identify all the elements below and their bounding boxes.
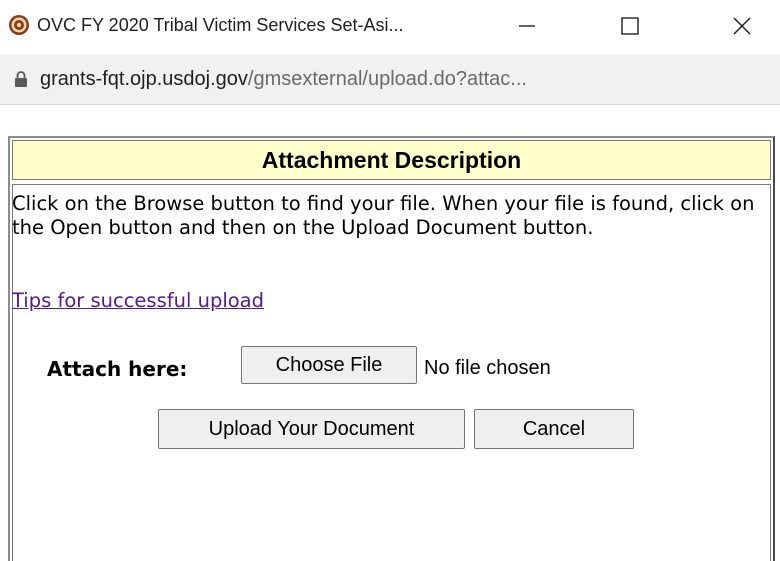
upload-document-button[interactable]: Upload Your Document	[158, 409, 465, 449]
close-icon	[733, 17, 751, 35]
address-bar[interactable]: grants-fqt.ojp.usdoj.gov/gmsexternal/upl…	[0, 54, 780, 105]
upload-instructions: Click on the Browse button to find your …	[12, 192, 755, 239]
file-status-text: No file chosen	[424, 357, 551, 379]
minimize-icon	[519, 25, 535, 27]
minimize-button[interactable]	[497, 0, 557, 52]
doj-seal-icon	[9, 15, 29, 35]
tips-link[interactable]: Tips for successful upload	[12, 289, 264, 313]
url-text: grants-fqt.ojp.usdoj.gov/gmsexternal/upl…	[40, 66, 527, 92]
maximize-icon	[621, 17, 639, 35]
maximize-button[interactable]	[600, 0, 660, 52]
attach-label: Attach here:	[47, 357, 188, 381]
cancel-button[interactable]: Cancel	[474, 409, 634, 449]
window-title-bar: OVC FY 2020 Tribal Victim Services Set-A…	[0, 0, 780, 54]
window-title: OVC FY 2020 Tribal Victim Services Set-A…	[37, 15, 404, 35]
url-path: /gmsexternal/upload.do?attac...	[247, 68, 527, 90]
attachment-header: Attachment Description	[12, 140, 771, 180]
lock-icon	[15, 71, 27, 87]
close-button[interactable]	[712, 0, 772, 52]
page-title: Attachment Description	[261, 146, 522, 173]
attachment-table: Attachment Description Click on the Brow…	[8, 136, 775, 561]
url-host: grants-fqt.ojp.usdoj.gov	[40, 68, 248, 90]
choose-file-button[interactable]: Choose File	[241, 346, 417, 384]
